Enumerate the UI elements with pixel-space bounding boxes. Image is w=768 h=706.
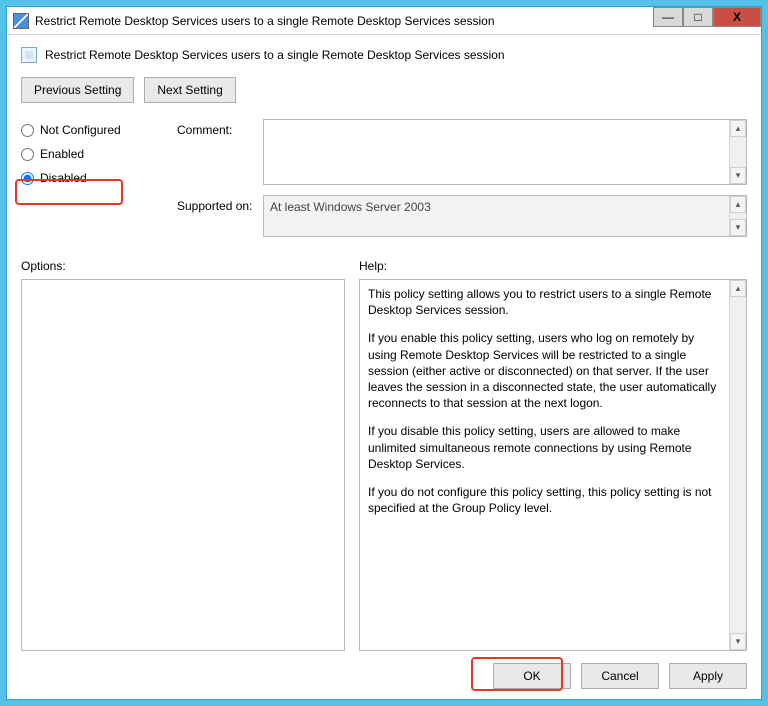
close-button[interactable]: X [713, 7, 761, 27]
comment-label: Comment: [177, 119, 257, 137]
radio-not-configured-label: Not Configured [40, 123, 121, 137]
help-p4: If you do not configure this policy sett… [368, 484, 721, 516]
window-buttons: — □ X [653, 7, 761, 34]
scroll-down-icon[interactable]: ▾ [730, 219, 746, 236]
help-p2: If you enable this policy setting, users… [368, 330, 721, 411]
state-radio-group: Not Configured Enabled Disabled [21, 119, 171, 185]
heading-text: Restrict Remote Desktop Services users t… [45, 48, 505, 62]
radio-enabled-input[interactable] [21, 148, 34, 161]
options-panel [21, 279, 345, 651]
mid-labels: Options: Help: [21, 259, 747, 273]
radio-enabled[interactable]: Enabled [21, 147, 171, 161]
scroll-up-icon[interactable]: ▴ [730, 120, 746, 137]
cancel-button[interactable]: Cancel [581, 663, 659, 689]
comment-field[interactable] [264, 120, 729, 184]
app-icon [13, 13, 29, 29]
ok-button[interactable]: OK [493, 663, 571, 689]
client-area: Restrict Remote Desktop Services users t… [7, 35, 761, 699]
minimize-button[interactable]: — [653, 7, 683, 27]
help-p1: This policy setting allows you to restri… [368, 286, 721, 318]
next-setting-button[interactable]: Next Setting [144, 77, 235, 103]
window-title: Restrict Remote Desktop Services users t… [35, 14, 653, 28]
options-label: Options: [21, 259, 359, 273]
supported-label: Supported on: [177, 195, 257, 213]
help-scrollbar[interactable]: ▴ ▾ [729, 280, 746, 650]
scroll-up-icon[interactable]: ▴ [730, 280, 746, 297]
maximize-button[interactable]: □ [683, 7, 713, 27]
radio-not-configured[interactable]: Not Configured [21, 123, 171, 137]
nav-buttons: Previous Setting Next Setting [21, 77, 747, 103]
heading-row: Restrict Remote Desktop Services users t… [21, 47, 747, 63]
help-body: This policy setting allows you to restri… [360, 280, 729, 650]
radio-disabled[interactable]: Disabled [21, 171, 171, 185]
footer-buttons: OK Cancel Apply [21, 651, 747, 689]
help-p3: If you disable this policy setting, user… [368, 423, 721, 472]
supported-text: At least Windows Server 2003 [264, 196, 729, 236]
policy-editor-window: Restrict Remote Desktop Services users t… [6, 6, 762, 700]
titlebar[interactable]: Restrict Remote Desktop Services users t… [7, 7, 761, 35]
apply-button[interactable]: Apply [669, 663, 747, 689]
radio-disabled-label: Disabled [40, 171, 87, 185]
radio-not-configured-input[interactable] [21, 124, 34, 137]
radio-enabled-label: Enabled [40, 147, 84, 161]
previous-setting-button[interactable]: Previous Setting [21, 77, 134, 103]
supported-scrollbar[interactable]: ▴ ▾ [729, 196, 746, 236]
scroll-down-icon[interactable]: ▾ [730, 633, 746, 650]
panels: This policy setting allows you to restri… [21, 279, 747, 651]
options-body [22, 280, 344, 650]
comment-scrollbar[interactable]: ▴ ▾ [729, 120, 746, 184]
scroll-down-icon[interactable]: ▾ [730, 167, 746, 184]
help-panel: This policy setting allows you to restri… [359, 279, 747, 651]
help-label: Help: [359, 259, 387, 273]
supported-field: At least Windows Server 2003 ▴ ▾ [263, 195, 747, 237]
policy-icon [21, 47, 37, 63]
radio-disabled-input[interactable] [21, 172, 34, 185]
scroll-up-icon[interactable]: ▴ [730, 196, 746, 213]
comment-field-wrap: ▴ ▾ [263, 119, 747, 185]
upper-grid: Not Configured Enabled Disabled Comment:… [21, 119, 747, 237]
